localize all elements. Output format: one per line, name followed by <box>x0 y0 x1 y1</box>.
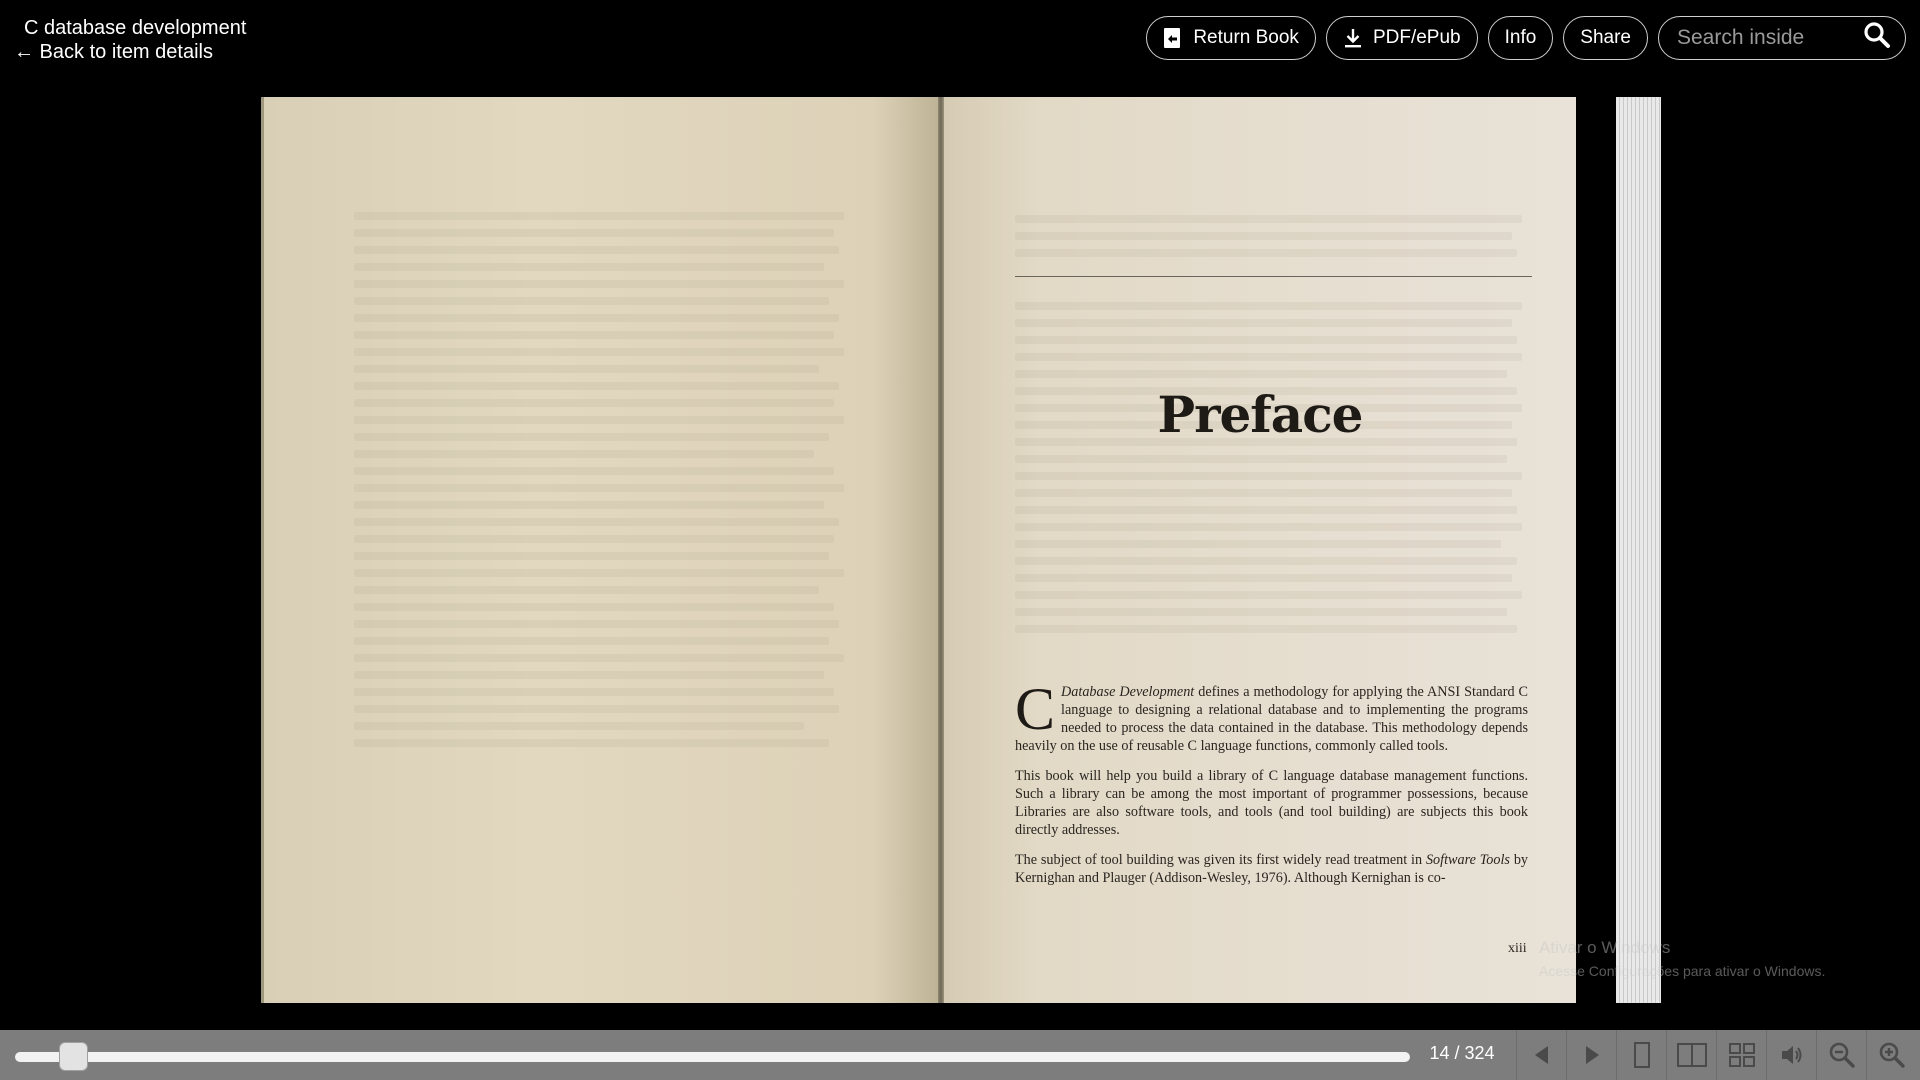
next-page-button[interactable] <box>1566 1030 1616 1080</box>
search-inside <box>1658 16 1906 60</box>
paragraph-3-start: The subject of tool building was given i… <box>1015 852 1426 868</box>
page-edges <box>1616 97 1661 1003</box>
return-book-icon <box>1163 27 1183 49</box>
paragraph-2: This book will help you build a library … <box>1015 768 1528 838</box>
paragraph-1-italic: Database Development <box>1061 684 1195 700</box>
zoom-out-button[interactable] <box>1816 1030 1866 1080</box>
return-book-label: Return Book <box>1193 27 1299 48</box>
read-aloud-icon <box>1781 1046 1801 1064</box>
windows-activation-watermark: Ativar o Windows Acesse Configurações pa… <box>1539 938 1825 984</box>
paragraph-1: C Database Development defines a methodol… <box>1015 676 1528 755</box>
search-input[interactable] <box>1675 25 1859 51</box>
right-page-bleed-through-lower <box>1015 302 1527 642</box>
back-to-item-link[interactable]: ← Back to item details <box>14 40 246 64</box>
book-spread: Preface C Database Development defines a … <box>261 97 1661 1003</box>
pdf-epub-label: PDF/ePub <box>1372 27 1461 48</box>
chapter-title: Preface <box>1157 385 1364 444</box>
left-page-bleed-through <box>354 212 854 756</box>
top-bar: C database development ← Back to item de… <box>0 0 1920 80</box>
thumbnail-view-button[interactable] <box>1716 1030 1766 1080</box>
read-aloud-button[interactable] <box>1766 1030 1816 1080</box>
paragraph-3: The subject of tool building was given i… <box>1015 851 1528 887</box>
two-page-view-button[interactable] <box>1666 1030 1716 1080</box>
watermark-line-2: Acesse Configurações para ativar o Windo… <box>1539 963 1826 979</box>
header-rule <box>1015 276 1532 277</box>
left-page[interactable] <box>261 97 940 1003</box>
paragraph-3-italic: Software Tools <box>1425 852 1510 868</box>
watermark-line-1: Ativar o Windows <box>1539 938 1671 957</box>
download-icon <box>1343 27 1363 49</box>
drop-cap: C <box>1015 676 1056 742</box>
zoom-in-button[interactable] <box>1866 1030 1916 1080</box>
page-folio: xiii <box>1508 941 1527 956</box>
page-slider-track[interactable] <box>15 1052 1410 1062</box>
book-title: C database development <box>24 17 247 39</box>
two-page-view-icon <box>1676 1043 1707 1067</box>
page-count: 14 / 324 <box>1429 1043 1495 1063</box>
title-block: C database development ← Back to item de… <box>14 16 247 64</box>
header-actions: Return Book PDF/ePub Info Share <box>1146 16 1906 60</box>
page-slider-handle[interactable] <box>59 1042 88 1071</box>
zoom-out-icon <box>1829 1042 1855 1068</box>
right-page-bleed-through <box>1015 215 1527 266</box>
info-button[interactable]: Info <box>1487 16 1554 60</box>
page-body-text: C Database Development defines a methodol… <box>1015 676 1528 899</box>
search-icon[interactable] <box>1863 21 1891 55</box>
prev-icon <box>1534 1046 1548 1064</box>
prev-page-button[interactable] <box>1516 1030 1566 1080</box>
one-page-view-icon <box>1633 1042 1650 1068</box>
thumbnail-view-icon <box>1728 1043 1755 1067</box>
share-button[interactable]: Share <box>1563 16 1648 60</box>
one-page-view-button[interactable] <box>1616 1030 1666 1080</box>
return-book-button[interactable]: Return Book <box>1146 16 1316 60</box>
pdf-epub-button[interactable]: PDF/ePub <box>1325 16 1478 60</box>
next-icon <box>1585 1046 1599 1064</box>
zoom-in-icon <box>1879 1042 1905 1068</box>
right-page[interactable]: Preface C Database Development defines a … <box>944 97 1576 1003</box>
